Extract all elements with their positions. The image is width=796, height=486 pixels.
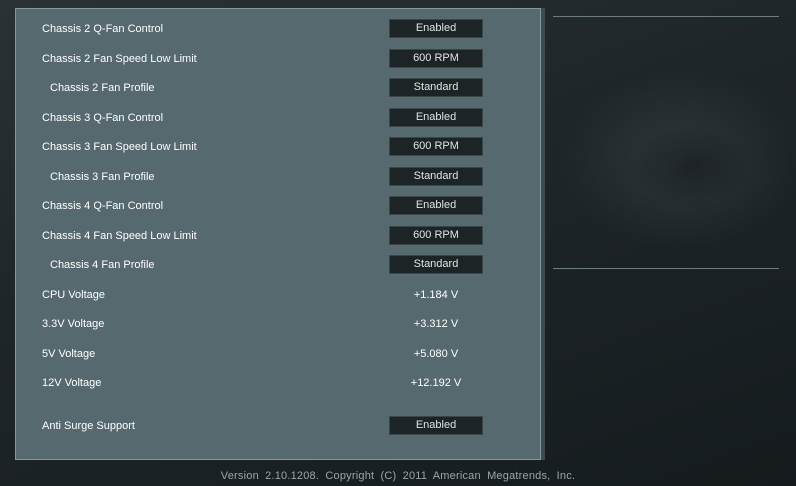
chassis4-speed-limit-button[interactable]: 600 RPM [389, 225, 483, 245]
setting-label: Chassis 3 Q-Fan Control [42, 111, 164, 124]
readout-row-12v-voltage: 12V Voltage +12.192 V [16, 369, 540, 397]
chassis3-qfan-control-button[interactable]: Enabled [389, 107, 483, 127]
help-panel-divider-top [553, 16, 779, 17]
setting-label: Chassis 3 Fan Profile [50, 170, 155, 183]
setting-row-chassis3-speed-limit[interactable]: Chassis 3 Fan Speed Low Limit 600 RPM [16, 133, 540, 161]
setting-row-chassis4-qfan[interactable]: Chassis 4 Q-Fan Control Enabled [16, 192, 540, 220]
chassis3-profile-button[interactable]: Standard [389, 166, 483, 186]
chassis3-speed-limit-button[interactable]: 600 RPM [389, 137, 483, 156]
chassis4-qfan-control-button[interactable]: Enabled [389, 196, 483, 215]
bios-screen: Chassis 2 Q-Fan Control Enabled Chassis … [0, 0, 796, 486]
setting-row-chassis2-speed-limit[interactable]: Chassis 2 Fan Speed Low Limit 600 RPM [16, 45, 540, 73]
cpu-voltage-value: +1.184 V [413, 288, 459, 301]
readout-row-3v3-voltage: 3.3V Voltage +3.312 V [16, 310, 540, 338]
setting-row-chassis3-qfan[interactable]: Chassis 3 Q-Fan Control Enabled [16, 104, 540, 132]
scrollbar-track[interactable] [541, 8, 545, 460]
chassis2-profile-button[interactable]: Standard [389, 78, 483, 97]
setting-label: Chassis 2 Q-Fan Control [42, 23, 164, 35]
setting-row-chassis4-profile[interactable]: Chassis 4 Fan Profile Standard [16, 251, 540, 279]
help-panel-divider-middle [553, 268, 779, 269]
setting-row-chassis4-speed-limit[interactable]: Chassis 4 Fan Speed Low Limit 600 RPM [16, 222, 540, 250]
setting-row-anti-surge[interactable]: Anti Surge Support Enabled [16, 412, 540, 440]
setting-row-chassis3-profile[interactable]: Chassis 3 Fan Profile Standard [16, 163, 540, 191]
version-footer: Version 2.10.1208. Copyright (C) 2011 Am… [220, 470, 576, 482]
readout-row-5v-voltage: 5V Voltage +5.080 V [16, 340, 540, 368]
chassis2-speed-limit-button[interactable]: 600 RPM [389, 48, 483, 68]
3v3-voltage-value: +3.312 V [413, 318, 459, 330]
setting-label: Anti Surge Support [42, 420, 135, 432]
5v-voltage-value: +5.080 V [413, 347, 459, 360]
readout-label: CPU Voltage [42, 288, 105, 301]
setting-label: Chassis 4 Fan Profile [50, 259, 155, 271]
chassis4-profile-button[interactable]: Standard [389, 255, 483, 274]
anti-surge-support-button[interactable]: Enabled [389, 416, 483, 435]
chassis2-qfan-control-button[interactable]: Enabled [389, 19, 483, 38]
readout-label: 3.3V Voltage [42, 318, 105, 330]
setting-row-chassis2-qfan[interactable]: Chassis 2 Q-Fan Control Enabled [16, 15, 540, 43]
settings-panel: Chassis 2 Q-Fan Control Enabled Chassis … [15, 8, 541, 460]
setting-label: Chassis 2 Fan Profile [50, 82, 155, 94]
setting-row-chassis2-profile[interactable]: Chassis 2 Fan Profile Standard [16, 74, 540, 102]
setting-label: Chassis 4 Fan Speed Low Limit [42, 229, 197, 242]
readout-label: 12V Voltage [42, 377, 102, 389]
setting-label: Chassis 3 Fan Speed Low Limit [42, 141, 197, 153]
readout-row-cpu-voltage: CPU Voltage +1.184 V [16, 281, 540, 309]
setting-label: Chassis 4 Q-Fan Control [42, 200, 164, 212]
readout-label: 5V Voltage [42, 347, 96, 360]
setting-label: Chassis 2 Fan Speed Low Limit [42, 52, 197, 65]
12v-voltage-value: +12.192 V [410, 377, 462, 389]
